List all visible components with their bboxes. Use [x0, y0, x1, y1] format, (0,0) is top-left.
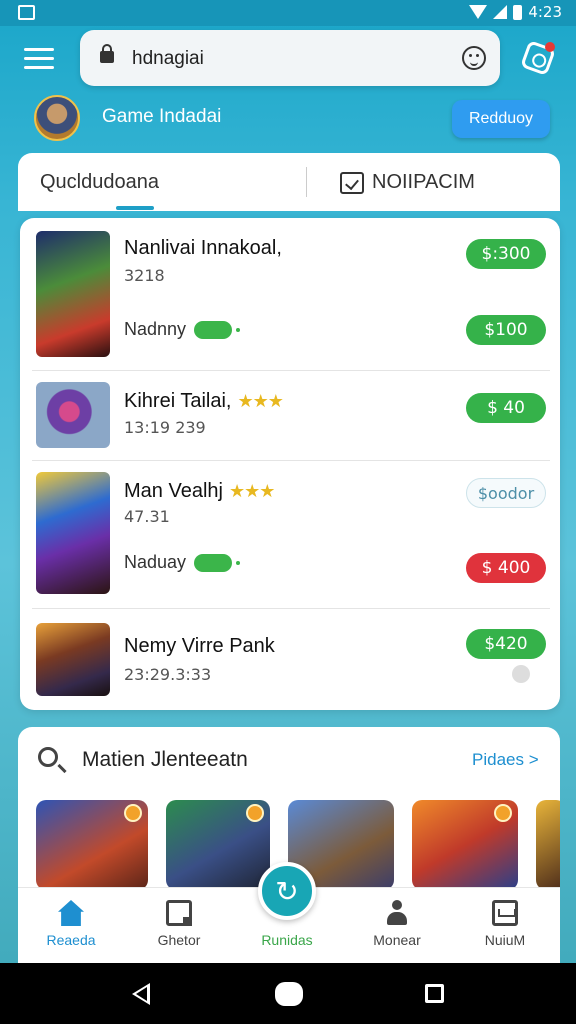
hamburger-menu-icon[interactable]: [24, 48, 54, 70]
tab-right[interactable]: NOIIPACIM: [340, 171, 475, 194]
list-item[interactable]: Man Vealhj ★★★ 47.31 Naduay $oodor $ 400: [20, 461, 560, 608]
list-item[interactable]: Nanlivai Innakoal, 3218 Nadnny $:300 $10…: [20, 218, 560, 370]
status-pill-icon: [194, 553, 241, 572]
center-action-button[interactable]: ↻: [258, 862, 316, 920]
game-thumbnail[interactable]: [36, 623, 110, 696]
rating-stars-icon: ★★★: [237, 391, 283, 411]
game-title: Man Vealhj: [124, 480, 223, 502]
tab-right-label: NOIIPACIM: [372, 171, 475, 193]
search-icon[interactable]: [38, 747, 58, 767]
nav-label: Runidas: [261, 932, 313, 948]
recent-apps-icon[interactable]: [425, 984, 444, 1003]
game-title-row: Man Vealhj ★★★: [124, 480, 275, 503]
game-meta-label: Naduay: [124, 552, 187, 572]
price-button[interactable]: $:300: [466, 239, 546, 269]
game-subtitle: 47.31: [124, 507, 170, 526]
game-meta: Naduay: [124, 552, 241, 573]
list-item[interactable]: Nemy Virre Pank 23:29.3:33 $420: [20, 609, 560, 709]
game-title-row: Kihrei Tailai, ★★★: [124, 390, 284, 413]
system-navigation-bar: [0, 963, 576, 1024]
lock-icon: [100, 44, 114, 63]
username: Game Indadai: [102, 106, 222, 127]
avatar[interactable]: [34, 95, 80, 141]
active-tab-indicator: [116, 206, 154, 210]
nav-item-person[interactable]: Monear: [352, 900, 442, 948]
nav-label: Ghetor: [157, 932, 201, 948]
price-button[interactable]: $oodor: [466, 478, 546, 508]
nav-label: NuiuM: [484, 932, 526, 948]
battery-icon: [513, 4, 523, 20]
search-input[interactable]: hdnagiai: [132, 48, 204, 70]
status-pill-icon: [194, 320, 241, 339]
status-time: 4:23: [528, 3, 562, 21]
coin-icon: [124, 804, 142, 822]
game-title: Kihrei Tailai,: [124, 390, 232, 412]
signal-icon: [493, 5, 508, 19]
game-title: Nemy Virre Pank: [124, 635, 275, 657]
featured-game-tile[interactable]: [166, 800, 270, 887]
rating-stars-icon: ★★★: [228, 481, 275, 501]
refresh-icon: ↻: [275, 874, 299, 908]
price-button-secondary[interactable]: $100: [466, 315, 546, 345]
header-cta-button[interactable]: Redduoy: [452, 100, 550, 138]
person-icon: [384, 900, 410, 926]
nav-item-inbox[interactable]: NuiuM: [460, 900, 550, 948]
nav-item-document[interactable]: Ghetor: [134, 900, 224, 948]
nav-item-home[interactable]: Reaeda: [26, 900, 116, 948]
game-list: Nanlivai Innakoal, 3218 Nadnny $:300 $10…: [20, 218, 560, 710]
game-thumbnail[interactable]: [36, 382, 110, 448]
nav-label: Reaeda: [46, 932, 96, 948]
tab-divider: [306, 167, 307, 197]
notification-dot: [545, 42, 555, 52]
nav-label: Monear: [373, 932, 421, 948]
tab-bar: Qucldudoana NOIIPACIM: [18, 153, 560, 211]
price-button[interactable]: $420: [466, 629, 546, 659]
list-item[interactable]: Kihrei Tailai, ★★★ 13:19 239 $ 40: [20, 371, 560, 460]
status-bar: 4:23: [0, 0, 576, 26]
coin-icon: [494, 804, 512, 822]
checkbox-icon: [340, 171, 364, 194]
featured-game-tile[interactable]: [412, 800, 518, 887]
featured-see-all-link[interactable]: Pidaes >: [472, 750, 539, 770]
featured-title: Matien Jlenteeatn: [82, 748, 248, 771]
game-subtitle: 13:19 239: [124, 418, 206, 437]
featured-game-tile[interactable]: [536, 800, 560, 887]
home-icon: [58, 900, 84, 926]
home-button-icon[interactable]: [275, 982, 303, 1006]
game-subtitle: 3218: [124, 266, 165, 285]
more-options-icon[interactable]: [512, 665, 530, 683]
game-thumbnail[interactable]: [36, 472, 110, 594]
game-thumbnail[interactable]: [36, 231, 110, 357]
status-icons: 4:23: [469, 3, 562, 21]
inbox-icon: [492, 900, 518, 926]
wifi-icon: [469, 5, 488, 19]
coin-icon: [246, 804, 264, 822]
price-button[interactable]: $ 40: [466, 393, 546, 423]
game-meta: Nadnny: [124, 319, 241, 340]
back-icon[interactable]: [132, 983, 150, 1005]
tab-left[interactable]: Qucldudoana: [40, 171, 159, 194]
game-subtitle: 23:29.3:33: [124, 665, 212, 684]
smiley-face-icon[interactable]: [462, 46, 486, 70]
price-button-secondary[interactable]: $ 400: [466, 553, 546, 583]
document-icon: [166, 900, 192, 926]
game-meta-label: Nadnny: [124, 319, 187, 339]
app-notification-icon: [18, 5, 35, 20]
game-title: Nanlivai Innakoal,: [124, 237, 282, 259]
featured-game-tile[interactable]: [36, 800, 148, 887]
search-bar[interactable]: hdnagiai: [80, 30, 500, 86]
